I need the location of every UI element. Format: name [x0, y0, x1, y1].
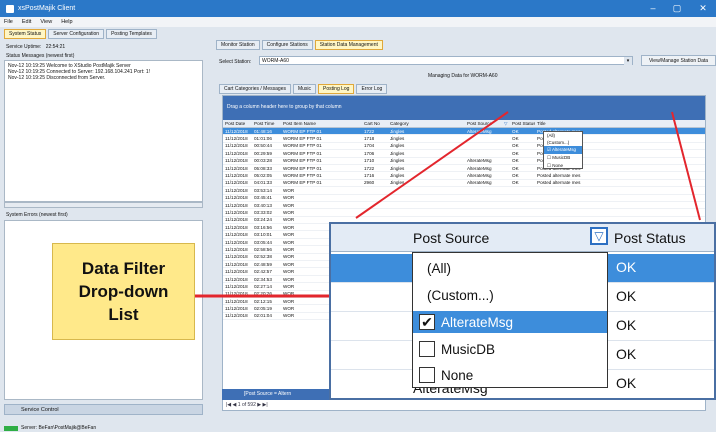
- filter-icon[interactable]: ▽: [590, 227, 608, 245]
- status-bar: Server: BeFan\PostMajik@BeFan: [0, 424, 716, 432]
- callout-line: Data Filter: [81, 259, 166, 278]
- zoomed-status-value: OK: [616, 259, 637, 275]
- callout-line: Drop-down: [78, 282, 169, 301]
- arrow-line: [355, 111, 509, 219]
- zoomed-status-value: OK: [616, 375, 637, 391]
- annotation-callout: Data Filter Drop-down List: [52, 243, 195, 340]
- zoomed-status-value: OK: [616, 288, 637, 304]
- zoomed-header: Post Source ▽ Post Status: [331, 224, 714, 252]
- connection-status-icon: [4, 425, 18, 431]
- checkbox-icon[interactable]: [419, 341, 435, 357]
- zoomed-status-value: OK: [616, 346, 637, 362]
- callout-line: List: [108, 305, 139, 324]
- filter-option-custom[interactable]: (Custom...): [427, 284, 494, 306]
- filter-option-label: AlterateMsg: [441, 314, 514, 330]
- checkbox-icon[interactable]: [419, 367, 435, 383]
- zoomed-column-post-status: Post Status: [614, 230, 686, 246]
- server-status-text: Server: BeFan\PostMajik@BeFan: [21, 425, 97, 431]
- filter-option-none[interactable]: None: [419, 364, 473, 386]
- zoomed-column-post-source: Post Source: [413, 230, 490, 246]
- filter-option-alteratemsg[interactable]: ✔ AlterateMsg: [413, 311, 607, 333]
- data-filter-dropdown: (All) (Custom...) ✔ AlterateMsg MusicDB …: [412, 252, 608, 388]
- filter-option-musicdb[interactable]: MusicDB: [419, 338, 495, 360]
- checkbox-checked-icon[interactable]: ✔: [419, 314, 435, 330]
- filter-option-label: MusicDB: [441, 341, 496, 357]
- filter-option-all[interactable]: (All): [427, 257, 451, 279]
- zoomed-status-value: OK: [616, 317, 637, 333]
- arrow-line: [671, 111, 701, 221]
- filter-option-label: None: [441, 367, 474, 383]
